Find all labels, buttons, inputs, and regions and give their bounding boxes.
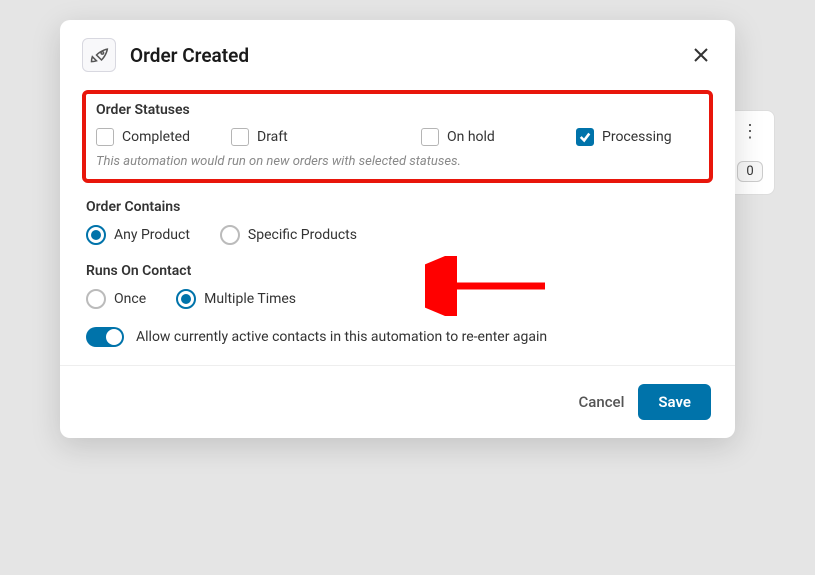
cancel-button[interactable]: Cancel xyxy=(578,393,624,411)
checkbox-icon xyxy=(421,128,439,146)
checkbox-draft[interactable]: Draft xyxy=(231,128,421,146)
order-contains-section: Order Contains Any Product Specific Prod… xyxy=(82,199,713,245)
radio-label: Once xyxy=(114,291,146,307)
radio-any-product[interactable]: Any Product xyxy=(86,225,190,245)
radio-icon-selected xyxy=(176,289,196,309)
checkbox-icon-checked xyxy=(576,128,594,146)
order-statuses-helper: This automation would run on new orders … xyxy=(96,154,699,169)
radio-label: Multiple Times xyxy=(204,291,296,307)
order-statuses-section: Order Statuses Completed Draft On hold xyxy=(82,90,713,183)
rocket-icon xyxy=(82,38,116,72)
radio-icon xyxy=(220,225,240,245)
checkbox-label: Processing xyxy=(602,129,672,145)
checkbox-completed[interactable]: Completed xyxy=(96,128,231,146)
radio-label: Any Product xyxy=(114,227,190,243)
radio-icon-selected xyxy=(86,225,106,245)
radio-once[interactable]: Once xyxy=(86,289,146,309)
reenter-toggle-label: Allow currently active contacts in this … xyxy=(136,329,547,345)
order-contains-label: Order Contains xyxy=(86,199,709,215)
checkbox-label: On hold xyxy=(447,129,495,145)
runs-on-contact-section: Runs On Contact Once Multiple Times xyxy=(82,263,713,309)
radio-multiple-times[interactable]: Multiple Times xyxy=(176,289,296,309)
reenter-toggle-row: Allow currently active contacts in this … xyxy=(82,327,713,347)
order-statuses-label: Order Statuses xyxy=(96,102,699,118)
checkbox-onhold[interactable]: On hold xyxy=(421,128,576,146)
save-button[interactable]: Save xyxy=(638,384,711,420)
more-icon[interactable]: ⋮ xyxy=(741,123,759,141)
order-created-modal: Order Created Order Statuses Completed D… xyxy=(60,20,735,438)
checkbox-processing[interactable]: Processing xyxy=(576,128,699,146)
modal-header: Order Created xyxy=(60,20,735,86)
runs-on-contact-options: Once Multiple Times xyxy=(86,289,709,309)
checkbox-icon xyxy=(231,128,249,146)
checkbox-label: Draft xyxy=(257,129,288,145)
radio-specific-products[interactable]: Specific Products xyxy=(220,225,357,245)
radio-icon xyxy=(86,289,106,309)
modal-title: Order Created xyxy=(130,44,689,67)
close-button[interactable] xyxy=(689,43,713,67)
checkbox-icon xyxy=(96,128,114,146)
radio-label: Specific Products xyxy=(248,227,357,243)
runs-on-contact-label: Runs On Contact xyxy=(86,263,709,279)
checkbox-label: Completed xyxy=(122,129,190,145)
close-icon xyxy=(693,47,709,63)
reenter-toggle[interactable] xyxy=(86,327,124,347)
modal-footer: Cancel Save xyxy=(60,365,735,438)
order-contains-options: Any Product Specific Products xyxy=(86,225,709,245)
modal-body: Order Statuses Completed Draft On hold xyxy=(60,86,735,365)
count-badge: 0 xyxy=(737,161,762,182)
order-statuses-options: Completed Draft On hold Processing xyxy=(96,128,699,146)
